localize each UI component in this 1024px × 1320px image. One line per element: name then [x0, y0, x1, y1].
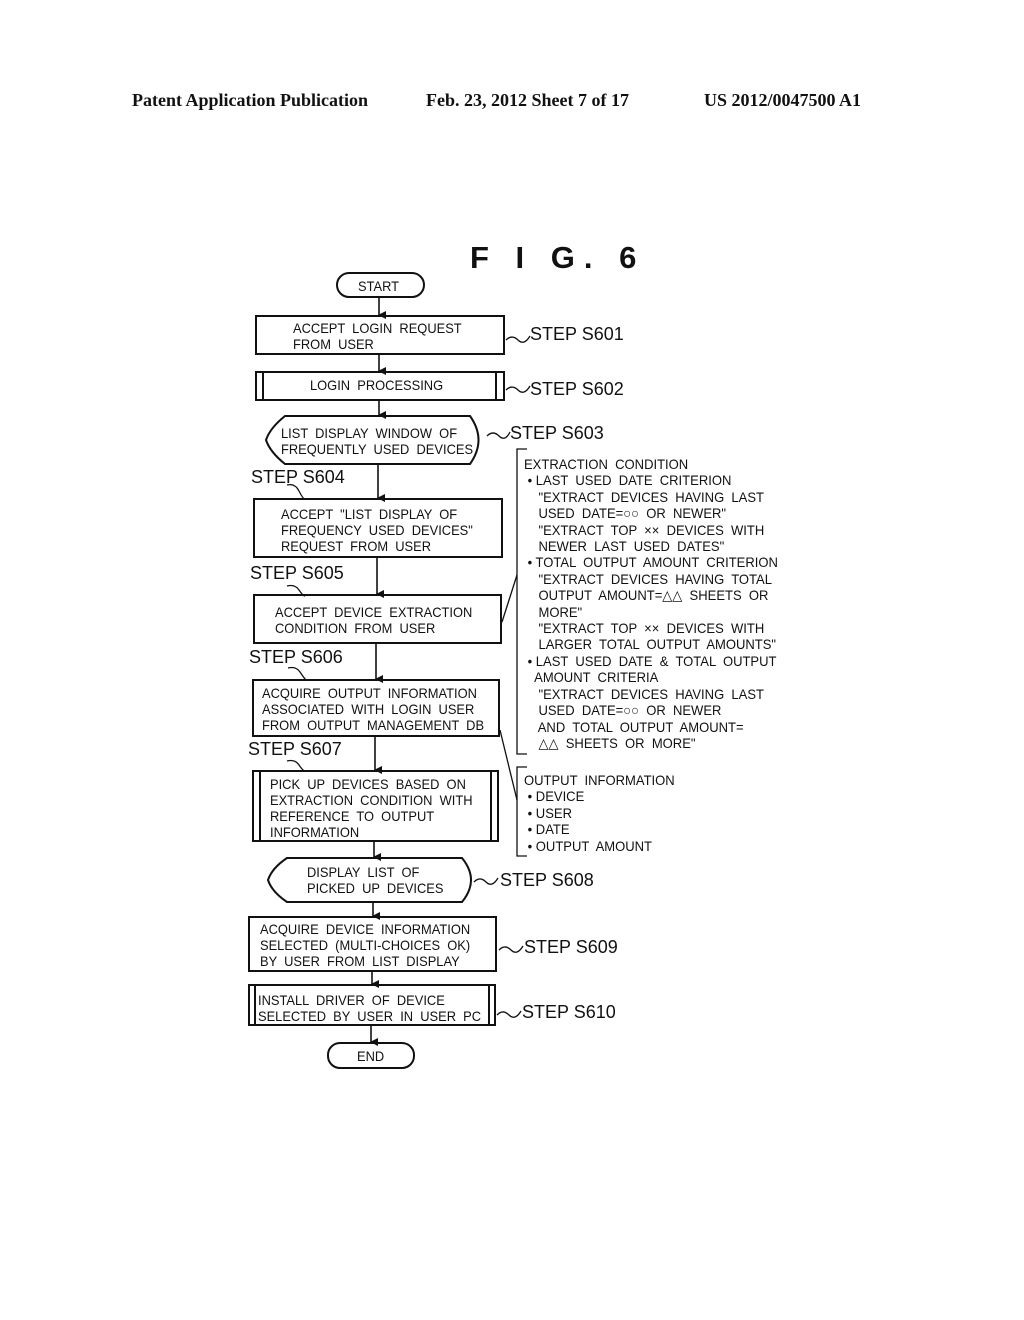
end-label: END: [357, 1048, 385, 1064]
step-s604-text: ACCEPT "LIST DISPLAY OF FREQUENCY USED D…: [281, 506, 473, 554]
leader-s602: [505, 385, 531, 393]
step-s610-label: STEP S610: [522, 1002, 616, 1022]
step-s602-label: STEP S602: [530, 379, 624, 399]
step-s609-text: ACQUIRE DEVICE INFORMATION SELECTED (MUL…: [260, 921, 471, 969]
leader-s608: [473, 877, 499, 885]
leader-s609: [498, 945, 524, 953]
step-s606-label: STEP S606: [249, 647, 343, 667]
leader-s610: [496, 1010, 522, 1018]
leader-s607: [286, 759, 306, 772]
step-s606-text: ACQUIRE OUTPUT INFORMATION ASSOCIATED WI…: [262, 685, 485, 733]
step-s609-label: STEP S609: [524, 937, 618, 957]
step-s607-label: STEP S607: [248, 739, 342, 759]
link-s605-extraction: [501, 574, 518, 623]
start-label: START: [358, 278, 400, 294]
leader-s601: [505, 335, 531, 343]
step-s602-text: LOGIN PROCESSING: [310, 377, 444, 393]
leader-s606: [287, 666, 307, 681]
output-information-note: OUTPUT INFORMATION • DEVICE • USER • DAT…: [524, 772, 675, 854]
step-s603-label: STEP S603: [510, 423, 604, 443]
leader-s603: [486, 431, 511, 439]
step-s601-label: STEP S601: [530, 324, 624, 344]
step-s608-text: DISPLAY LIST OF PICKED UP DEVICES: [307, 864, 444, 896]
step-s603-text: LIST DISPLAY WINDOW OF FREQUENTLY USED D…: [281, 425, 474, 457]
flowchart-diagram: [248, 272, 531, 1069]
step-s607-text: PICK UP DEVICES BASED ON EXTRACTION COND…: [270, 776, 473, 840]
extraction-condition-note: EXTRACTION CONDITION • LAST USED DATE CR…: [524, 456, 778, 751]
step-s610-text: INSTALL DRIVER OF DEVICE SELECTED BY USE…: [258, 992, 482, 1024]
link-s606-output: [499, 729, 518, 801]
step-s604-label: STEP S604: [251, 467, 345, 487]
step-s605-text: ACCEPT DEVICE EXTRACTION CONDITION FROM …: [275, 604, 473, 636]
step-s605-label: STEP S605: [250, 563, 344, 583]
step-s601-text: ACCEPT LOGIN REQUEST FROM USER: [293, 320, 462, 352]
step-s608-label: STEP S608: [500, 870, 594, 890]
